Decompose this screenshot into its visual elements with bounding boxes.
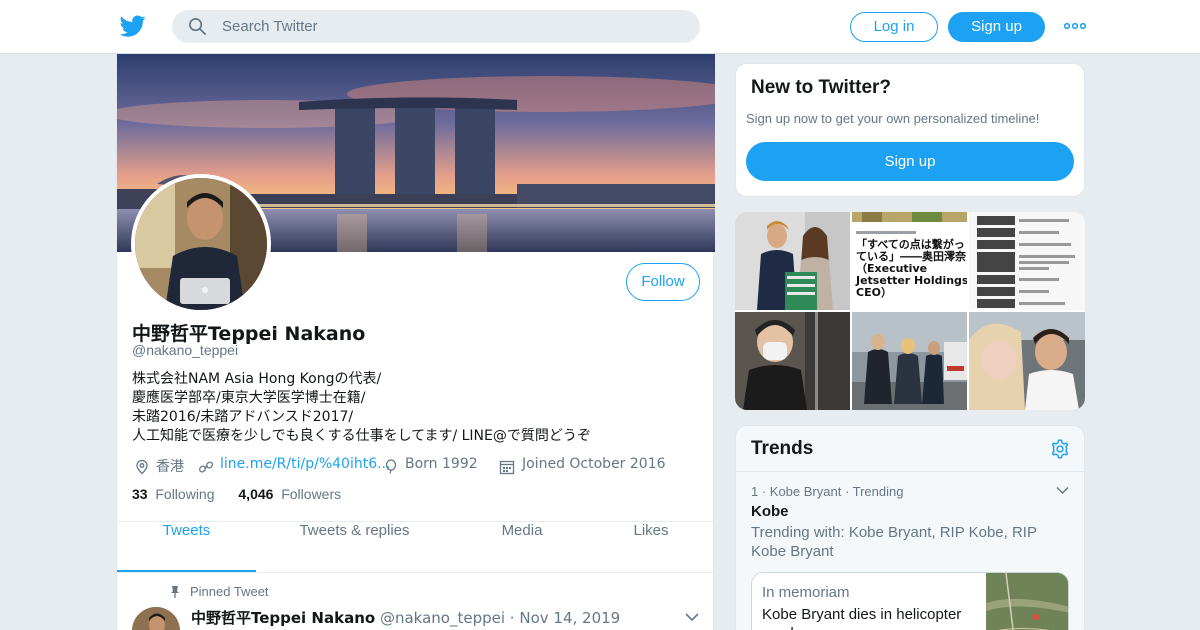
twitter-bird-icon[interactable] [120,13,146,39]
chevron-down-icon[interactable] [685,612,699,622]
top-navigation-bar: Log in Sign up [0,0,1200,54]
media-tile[interactable] [735,212,850,310]
tweet-header: 中野哲平Teppei Nakano @nakano_teppei · Nov 1… [191,607,620,628]
bio-line: 慶應医学部卒/東京大学医学博士在籍/ [132,390,366,406]
profile-handle: @nakano_teppei [132,342,239,358]
tweet-author-name[interactable]: 中野哲平Teppei Nakano [191,609,375,627]
trend-context: 1 · Kobe Bryant · Trending [751,484,904,499]
search-icon [189,18,206,35]
media-tile[interactable] [852,312,967,410]
balloon-icon [385,459,397,474]
trend-news-map-image [986,573,1068,630]
profile-avatar[interactable] [131,174,271,314]
trends-title: Trends [751,438,814,459]
signup-promo-button[interactable]: Sign up [746,142,1074,181]
tab-tweets[interactable]: Tweets [117,522,256,572]
profile-counts: 33 Following 4,046 Followers [132,486,341,502]
more-dots-icon[interactable] [1063,15,1087,37]
followers-stat[interactable]: 4,046 Followers [238,486,341,502]
signup-button[interactable]: Sign up [948,12,1045,42]
tweet-date[interactable]: Nov 14, 2019 [519,609,620,627]
follow-button[interactable]: Follow [626,263,700,301]
trend-related: Trending with: Kobe Bryant, RIP Kobe, RI… [751,524,1037,560]
tweet-avatar[interactable] [132,607,180,630]
signup-promo-subtitle: Sign up now to get your own personalized… [746,111,1040,126]
trends-card: Trends 1 · Kobe Bryant · Trending Kobe T… [735,425,1085,630]
bio-line: 未踏2016/未踏アドバンスド2017/ [132,409,354,425]
media-photo [735,212,850,310]
tab-tweets-replies[interactable]: Tweets & replies [272,522,437,572]
media-document-image [969,212,1085,310]
location-icon [136,459,148,475]
bio-line: 人工知能で医療を少しでも良くする仕事をしてます/ LINE@で質問どうぞ [132,428,591,444]
media-tile[interactable] [969,212,1085,310]
tab-media[interactable]: Media [482,522,562,572]
media-article-headline: 「すべての点は繋がっ ている」――奥田澪奈 （Executive Jetsett… [856,238,967,299]
media-photo [735,312,850,410]
trends-divider [736,471,1084,472]
link-icon [198,461,214,473]
tweet-author-handle[interactable]: @nakano_teppei [380,609,505,627]
photos-and-videos-grid: 「すべての点は繋がっ ている」――奥田澪奈 （Executive Jetsett… [735,212,1085,410]
profile-tabs: Tweets Tweets & replies Media Likes [117,521,715,573]
avatar-photo [135,178,267,310]
search-input[interactable] [222,10,682,43]
profile-url-link[interactable]: line.me/R/ti/p/%40iht6... [220,456,390,472]
chevron-down-icon[interactable] [1056,486,1069,495]
signup-promo-title: New to Twitter? [751,77,892,98]
signup-promo-card: New to Twitter? Sign up now to get your … [735,63,1085,197]
trend-name[interactable]: Kobe [751,503,789,520]
media-photo [852,312,967,410]
media-tile[interactable] [735,312,850,410]
following-stat[interactable]: 33 Following [132,486,215,502]
tweet-separator: · [509,609,515,627]
search-box[interactable] [172,10,700,43]
media-photo [969,312,1085,410]
gear-icon[interactable] [1049,438,1071,460]
media-tile[interactable]: 「すべての点は繋がっ ている」――奥田澪奈 （Executive Jetsett… [852,212,967,310]
profile-bio: 株式会社NAM Asia Hong Kongの代表/ 慶應医学部卒/東京大学医学… [132,370,692,446]
bio-line: 株式会社NAM Asia Hong Kongの代表/ [132,371,382,387]
trend-news-kicker: In memoriam [762,584,850,601]
media-tile[interactable] [969,312,1085,410]
pinned-tweet-label: Pinned Tweet [190,584,269,599]
calendar-icon [499,460,515,475]
login-button[interactable]: Log in [850,12,938,42]
trend-news-card[interactable]: In memoriam Kobe Bryant dies in helicopt… [751,572,1069,630]
profile-column: Follow 中野哲平Teppei Nakano @nakano_teppei … [116,54,715,630]
trend-news-title: Kobe Bryant dies in helicopter crash [762,606,962,630]
tweet-avatar-photo [132,607,180,630]
tab-likes[interactable]: Likes [617,522,685,572]
